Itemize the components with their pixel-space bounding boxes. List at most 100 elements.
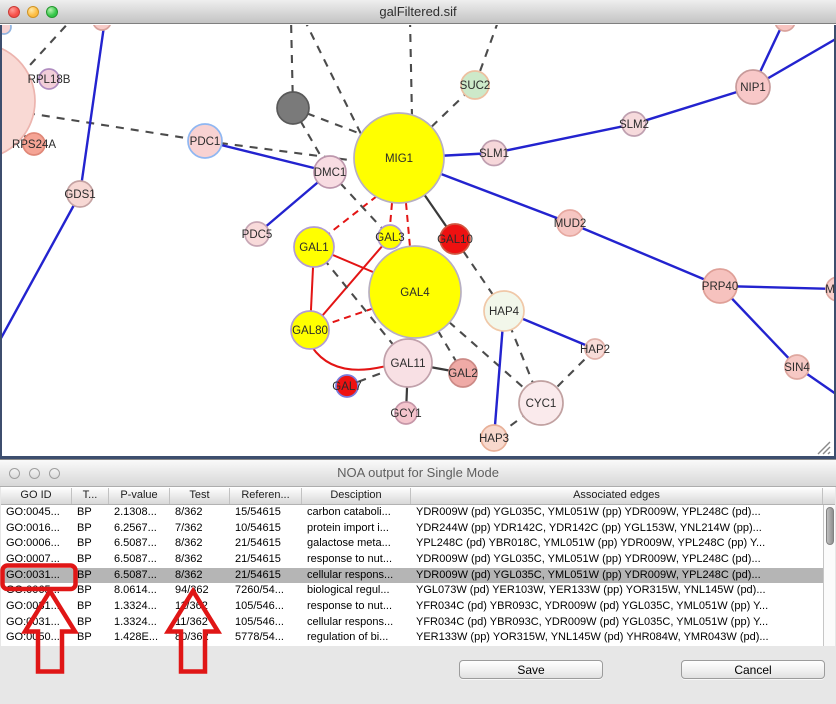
node-unlabeled[interactable]: [277, 92, 309, 124]
node-label: GAL7: [332, 381, 361, 393]
column-header-2[interactable]: P-value: [109, 488, 170, 504]
cell-go: GO:0031...: [1, 615, 72, 631]
window-title: galFiltered.sif: [0, 0, 836, 23]
node-label: GAL3: [375, 232, 404, 244]
column-header-4[interactable]: Referen...: [230, 488, 302, 504]
cell-edges: YFR034C (pd) YBR093C, YDR009W (pd) YGL03…: [411, 599, 823, 615]
column-header-6[interactable]: Associated edges: [411, 488, 823, 504]
save-button[interactable]: Save: [459, 660, 603, 679]
table-row[interactable]: GO:0006...BP6.5087...8/36221/54615galact…: [1, 536, 823, 552]
node-label: SIN4: [784, 362, 810, 374]
column-header-5[interactable]: Desciption: [302, 488, 411, 504]
main-titlebar: galFiltered.sif: [0, 0, 836, 24]
table-row[interactable]: GO:0007...BP6.5087...8/36221/54615respon…: [1, 552, 823, 568]
edge-blue[interactable]: [205, 141, 330, 172]
resize-grip[interactable]: [818, 442, 830, 454]
cell-test: 11/362: [170, 599, 230, 615]
cell-edges: YER133W (pp) YOR315W, YNL145W (pd) YHR08…: [411, 630, 823, 646]
edge-blue[interactable]: [80, 25, 105, 194]
node-label: GDS1: [64, 189, 95, 201]
cell-edges: YDR009W (pd) YGL035C, YML051W (pp) YDR00…: [411, 505, 823, 521]
cell-go: GO:0050...: [1, 630, 72, 646]
table-row[interactable]: GO:0045...BP2.1308...8/36215/54615carbon…: [1, 505, 823, 521]
node-label: PDC1: [190, 136, 221, 148]
table-row[interactable]: GO:0065...BP8.0614...94/3627260/54...bio…: [1, 583, 823, 599]
cell-desc: protein import i...: [302, 521, 411, 537]
edge-reddash[interactable]: [322, 196, 377, 239]
column-header-3[interactable]: Test: [170, 488, 230, 504]
cell-edges: YPL248C (pd) YBR018C, YML051W (pp) YDR00…: [411, 536, 823, 552]
table-scrollbar[interactable]: [823, 505, 835, 646]
node-label: GAL2: [448, 368, 477, 380]
node-label: MUD2: [554, 218, 587, 230]
edge-blue[interactable]: [570, 223, 720, 286]
cancel-button[interactable]: Cancel: [681, 660, 825, 679]
node-label: MSN: [825, 284, 834, 296]
node-label: SLM1: [479, 148, 509, 160]
edge-blue[interactable]: [494, 124, 634, 153]
edge-dash[interactable]: [27, 113, 205, 141]
node-label: DMC1: [314, 167, 347, 179]
node-unlabeled[interactable]: [93, 25, 111, 30]
edge-red[interactable]: [312, 347, 386, 370]
cell-p: 1.428E...: [109, 630, 170, 646]
node-label: RPS24A: [12, 139, 56, 151]
network-view-panel[interactable]: RPL18BRPS24AGDS1PDC1PDC5DMC1MIG1SUC2SLM1…: [0, 25, 836, 459]
minimize-window-icon[interactable]: [27, 6, 39, 18]
cell-test: 8/362: [170, 505, 230, 521]
noa-close-icon[interactable]: [9, 468, 20, 479]
node-label: GAL4: [400, 287, 430, 299]
noa-minimize-icon[interactable]: [29, 468, 40, 479]
edge-blue[interactable]: [634, 87, 753, 124]
noa-titlebar: NOA output for Single Mode: [0, 460, 836, 487]
node-unlabeled[interactable]: [775, 25, 795, 31]
cell-p: 6.5087...: [109, 552, 170, 568]
cell-go: GO:0007...: [1, 552, 72, 568]
node-label: GCY1: [390, 408, 421, 420]
table-header: GO IDT...P-valueTestReferen...Desciption…: [1, 487, 835, 505]
cell-type: BP: [72, 630, 109, 646]
cell-desc: cellular respons...: [302, 615, 411, 631]
table-row[interactable]: GO:0050...BP1.428E...80/3625778/54...reg…: [1, 630, 823, 646]
cell-test: 11/362: [170, 615, 230, 631]
edge-reddash[interactable]: [406, 203, 410, 247]
node-label: GAL80: [292, 325, 328, 337]
column-header-0[interactable]: GO ID: [1, 488, 72, 504]
noa-zoom-icon[interactable]: [49, 468, 60, 479]
scrollbar-thumb[interactable]: [826, 507, 834, 545]
cell-type: BP: [72, 583, 109, 599]
network-svg[interactable]: RPL18BRPS24AGDS1PDC1PDC5DMC1MIG1SUC2SLM1…: [2, 25, 834, 456]
edge-blue[interactable]: [2, 194, 80, 351]
table-row[interactable]: GO:0031...BP1.3324...11/362105/546...res…: [1, 599, 823, 615]
table-row[interactable]: GO:0016...BP6.2567...7/36210/54615protei…: [1, 521, 823, 537]
cell-type: BP: [72, 568, 109, 584]
node-unlabeled[interactable]: [2, 25, 11, 34]
column-header-1[interactable]: T...: [72, 488, 109, 504]
node-label: GAL11: [391, 358, 426, 370]
cell-ref: 21/54615: [230, 536, 302, 552]
cell-test: 8/362: [170, 536, 230, 552]
table-row-selected[interactable]: GO:0031...BP6.5087...8/36221/54615cellul…: [1, 568, 823, 584]
cell-p: 1.3324...: [109, 615, 170, 631]
node-label: SUC2: [460, 80, 491, 92]
cell-ref: 21/54615: [230, 568, 302, 584]
node-label: HAP3: [479, 433, 509, 445]
cell-type: BP: [72, 552, 109, 568]
cell-test: 94/362: [170, 583, 230, 599]
cell-ref: 15/54615: [230, 505, 302, 521]
cell-ref: 7260/54...: [230, 583, 302, 599]
cell-test: 7/362: [170, 521, 230, 537]
cell-edges: YGL073W (pd) YER103W, YER133W (pp) YOR31…: [411, 583, 823, 599]
node-label: NIP1: [740, 82, 766, 94]
close-window-icon[interactable]: [8, 6, 20, 18]
edge-dash[interactable]: [304, 25, 362, 136]
table-row[interactable]: GO:0031...BP1.3324...11/362105/546...cel…: [1, 615, 823, 631]
cell-desc: cellular respons...: [302, 568, 411, 584]
edge-reddash[interactable]: [390, 203, 392, 226]
cell-test: 8/362: [170, 552, 230, 568]
zoom-window-icon[interactable]: [46, 6, 58, 18]
edge-dash[interactable]: [20, 25, 72, 76]
cell-p: 2.1308...: [109, 505, 170, 521]
table-body: GO:0045...BP2.1308...8/36215/54615carbon…: [1, 505, 835, 646]
edge-dash[interactable]: [410, 25, 412, 117]
